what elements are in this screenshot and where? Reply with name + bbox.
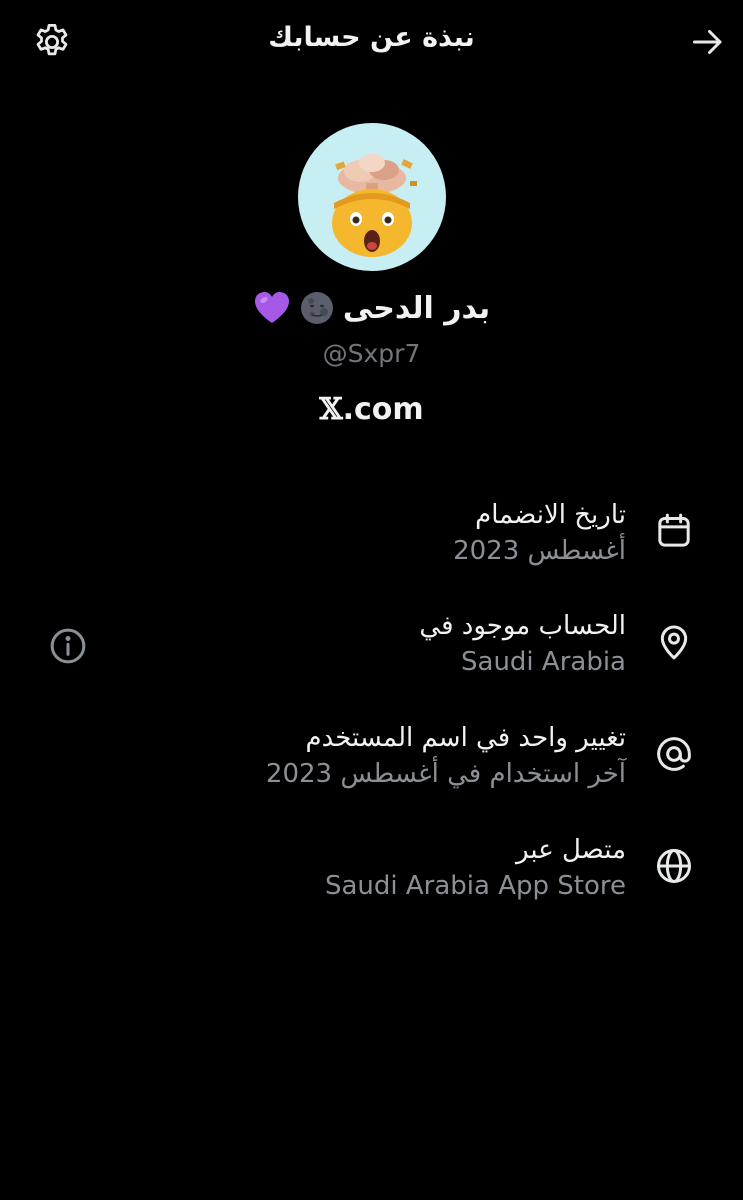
new-moon-face-emoji — [300, 292, 333, 324]
info-icon — [50, 628, 86, 664]
website-link[interactable]: 𝕏.com — [0, 392, 743, 427]
location-pin-icon — [660, 625, 688, 660]
info-button[interactable] — [48, 626, 88, 666]
header: نبذة عن حسابك — [0, 0, 743, 84]
item-title: الحساب موجود في — [419, 611, 626, 641]
arrow-right-icon — [693, 30, 722, 54]
display-name: بدر الدحى — [342, 290, 491, 326]
exploding-head-emoji — [332, 154, 417, 257]
at-sign-icon — [657, 737, 691, 771]
connected-via-item: متصل عبر Saudi Arabia App Store — [0, 832, 743, 932]
item-value: Saudi Arabia — [461, 647, 626, 677]
joined-date-item: تاريخ الانضمام أغسطس 2023 — [0, 497, 743, 597]
username-handle: @Sxpr7 — [322, 339, 421, 368]
calendar-icon — [658, 513, 690, 547]
page-title: نبذة عن حسابك — [268, 22, 475, 53]
website-suffix: .com — [342, 392, 424, 427]
item-title: متصل عبر — [516, 835, 626, 865]
back-button[interactable] — [686, 20, 730, 64]
account-location-item: الحساب موجود في Saudi Arabia — [0, 608, 743, 708]
avatar[interactable] — [298, 123, 446, 271]
item-title: تاريخ الانضمام — [475, 500, 626, 530]
name-row: بدر الدحى — [0, 290, 743, 326]
item-title: تغيير واحد في اسم المستخدم — [305, 723, 626, 753]
item-value: أغسطس 2023 — [453, 536, 626, 566]
item-value: Saudi Arabia App Store — [324, 871, 626, 901]
item-value: آخر استخدام في أغسطس 2023 — [265, 759, 626, 789]
purple-heart-emoji — [254, 292, 289, 323]
username-changes-item: تغيير واحد في اسم المستخدم آخر استخدام ف… — [0, 720, 743, 820]
globe-icon — [656, 848, 692, 884]
x-logo-text: 𝕏 — [319, 392, 343, 427]
